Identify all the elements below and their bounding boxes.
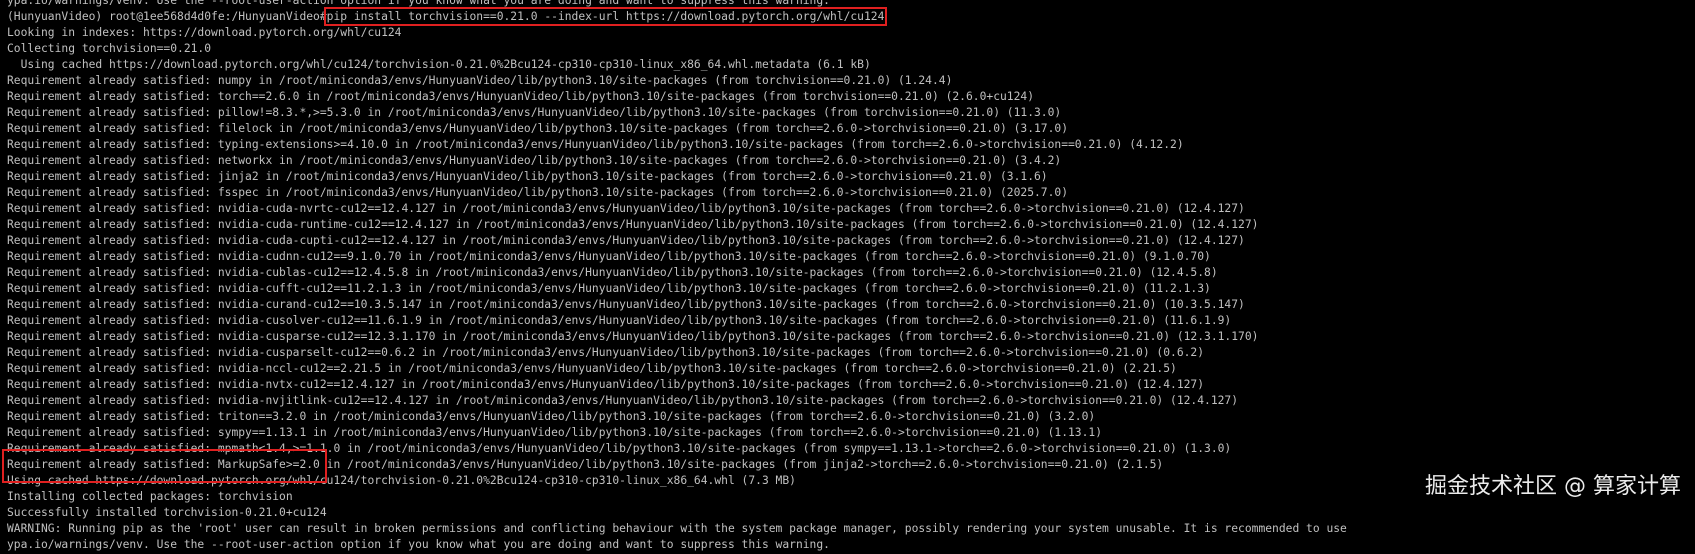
terminal-line: Requirement already satisfied: torch==2.… (7, 90, 1034, 103)
terminal-window[interactable]: ypa.io/warnings/venv. Use the --root-use… (0, 0, 1695, 554)
highlighted-command: pip install torchvision==0.21.0 --index-… (323, 7, 888, 26)
warning-line: WARNING: Running pip as the 'root' user … (7, 522, 1347, 535)
terminal-line: Requirement already satisfied: nvidia-cu… (7, 266, 1218, 279)
install-success-line: Successfully installed torchvision-0.21.… (7, 506, 327, 519)
terminal-line: Requirement already satisfied: jinja2 in… (7, 170, 1048, 183)
terminal-line: Requirement already satisfied: typing-ex… (7, 138, 1184, 151)
terminal-line: Requirement already satisfied: nvidia-cu… (7, 234, 1245, 247)
terminal-line: Requirement already satisfied: nvidia-cu… (7, 346, 1205, 359)
terminal-line: Requirement already satisfied: nvidia-nv… (7, 378, 1205, 391)
terminal-line: Requirement already satisfied: networkx … (7, 154, 1062, 167)
terminal-line: ypa.io/warnings/venv. Use the --root-use… (7, 0, 830, 7)
terminal-line: Requirement already satisfied: triton==3… (7, 410, 1096, 423)
warning-line: ypa.io/warnings/venv. Use the --root-use… (7, 538, 830, 551)
terminal-line: Requirement already satisfied: nvidia-cu… (7, 314, 1232, 327)
terminal-line: Requirement already satisfied: nvidia-nc… (7, 362, 1177, 375)
terminal-line: Requirement already satisfied: nvidia-cu… (7, 250, 1211, 263)
terminal-line: Requirement already satisfied: nvidia-cu… (7, 282, 1211, 295)
terminal-line: Requirement already satisfied: nvidia-cu… (7, 298, 1245, 311)
shell-prompt: (HunyuanVideo) root@1ee568d4d0fe:/Hunyua… (7, 10, 327, 23)
install-result-highlight (2, 449, 327, 483)
terminal-line: Requirement already satisfied: filelock … (7, 122, 1069, 135)
terminal-line: Collecting torchvision==0.21.0 (7, 42, 212, 55)
terminal-line: Requirement already satisfied: nvidia-nv… (7, 394, 1239, 407)
terminal-line: Requirement already satisfied: nvidia-cu… (7, 330, 1259, 343)
watermark: 掘金技术社区 @ 算家计算 (1425, 474, 1681, 499)
terminal-line: Requirement already satisfied: pillow!=8… (7, 106, 1062, 119)
install-status-line: Installing collected packages: torchvisi… (7, 490, 293, 503)
terminal-line: Requirement already satisfied: nvidia-cu… (7, 202, 1245, 215)
terminal-line: Requirement already satisfied: nvidia-cu… (7, 218, 1259, 231)
terminal-line: Requirement already satisfied: numpy in … (7, 74, 953, 87)
terminal-line: Using cached https://download.pytorch.or… (7, 58, 871, 71)
terminal-line: Requirement already satisfied: sympy==1.… (7, 426, 1103, 439)
terminal-prompt-line: (HunyuanVideo) root@1ee568d4d0fe:/Hunyua… (7, 7, 1347, 26)
terminal-line: Looking in indexes: https://download.pyt… (7, 26, 402, 39)
terminal-line: Requirement already satisfied: fsspec in… (7, 186, 1069, 199)
